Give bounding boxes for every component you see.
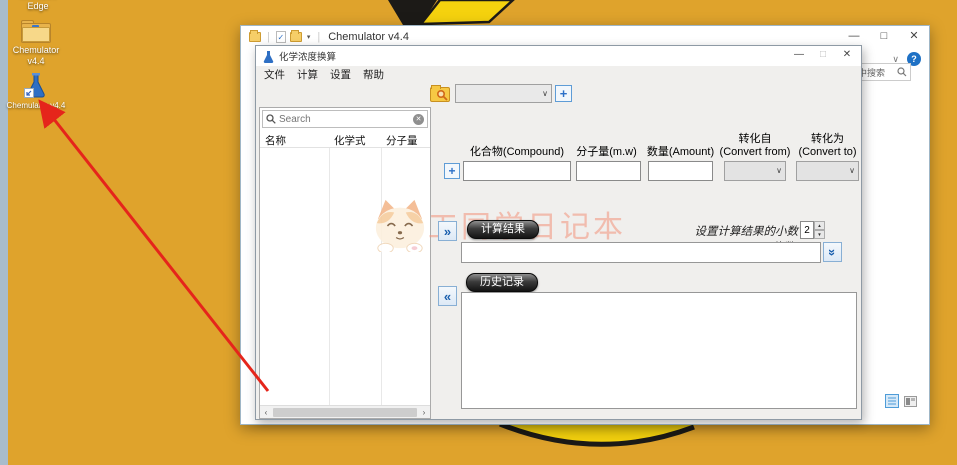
amount-input[interactable] — [648, 161, 713, 181]
icon-label-line2: v4.4 — [6, 56, 66, 67]
list-header-row[interactable]: 名称 化学式 分子量 — [260, 130, 430, 148]
menu-file[interactable]: 文件 — [264, 67, 285, 82]
molweight-input[interactable] — [576, 161, 641, 181]
dialog-maximize-button: □ — [811, 46, 835, 66]
spin-down-icon[interactable]: ▼ — [814, 230, 825, 239]
expand-down-icon[interactable]: » — [823, 242, 842, 262]
folder-icon — [21, 20, 51, 43]
decimal-places-value[interactable]: 2 — [800, 221, 814, 239]
column-name[interactable]: 名称 — [265, 133, 286, 148]
qat-newfolder-icon[interactable] — [290, 32, 302, 42]
toolbar: ∨ + — [256, 84, 861, 106]
search-icon — [266, 114, 276, 124]
compound-list[interactable] — [260, 148, 430, 405]
shortcut-arrow-icon — [24, 88, 34, 98]
menu-help[interactable]: 帮助 — [363, 67, 384, 82]
collapse-left-icon[interactable]: « — [438, 286, 457, 306]
result-output-box[interactable] — [461, 242, 821, 263]
dialog-titlebar[interactable]: 化学浓度换算 — □ ✕ — [256, 46, 861, 66]
icon-label: Chemulator v4.4 — [6, 100, 66, 111]
qat-caret-down-icon[interactable]: ▾ — [307, 33, 311, 41]
spin-up-icon[interactable]: ▲ — [814, 221, 825, 230]
magnifier-icon — [436, 89, 448, 101]
wallpaper-left-strip — [0, 0, 8, 465]
history-list-box[interactable] — [461, 292, 857, 409]
qat-properties-icon[interactable]: ✓ — [276, 31, 286, 43]
qat-folder-icon[interactable] — [249, 32, 261, 42]
scroll-left-icon[interactable]: ‹ — [260, 408, 272, 417]
clear-search-icon[interactable]: ✕ — [413, 114, 424, 125]
menu-settings[interactable]: 设置 — [330, 67, 351, 82]
view-details-icon[interactable] — [885, 394, 899, 408]
separator: | — [267, 31, 270, 43]
label-compound: 化合物(Compound) — [463, 132, 571, 159]
panel-search-box[interactable]: ✕ — [262, 110, 428, 128]
menu-bar: 文件 计算 设置 帮助 — [256, 66, 861, 83]
dialog-minimize-button[interactable]: — — [787, 46, 811, 66]
label-molweight: 分子量(m.w) — [572, 132, 641, 159]
compound-select-combobox[interactable]: ∨ — [455, 84, 552, 103]
chevron-down-icon: ∨ — [542, 89, 548, 98]
chemulator-dialog: 化学浓度换算 — □ ✕ 文件 计算 设置 帮助 ∨ — [255, 45, 862, 420]
open-folder-search-button[interactable] — [430, 84, 451, 103]
corgi-watermark — [371, 198, 429, 252]
flask-app-icon — [24, 72, 48, 98]
history-button[interactable]: 历史记录 — [466, 273, 538, 292]
column-molweight[interactable]: 分子量 — [386, 133, 418, 148]
chevron-down-icon: ∨ — [849, 166, 855, 175]
add-row-button[interactable]: + — [444, 163, 460, 179]
column-formula[interactable]: 化学式 — [334, 133, 366, 148]
menu-calculate[interactable]: 计算 — [297, 67, 318, 82]
chevron-down-icon: ∨ — [776, 166, 782, 175]
dialog-close-button[interactable]: ✕ — [835, 46, 859, 66]
flask-icon — [263, 50, 274, 63]
scroll-right-icon[interactable]: › — [418, 408, 430, 417]
convert-to-combobox[interactable]: ∨ — [796, 161, 859, 181]
icon-label-line1: Chemulator — [6, 45, 66, 56]
calculate-button[interactable]: 计算结果 — [467, 220, 539, 239]
explorer-title: Chemulator v4.4 — [328, 31, 409, 43]
icon-label-line2: Edge — [8, 1, 68, 12]
add-compound-button[interactable]: + — [555, 85, 572, 102]
separator: | — [317, 31, 320, 43]
desktop-icon-chemulator-folder[interactable]: Chemulator v4.4 — [6, 20, 66, 67]
explorer-maximize-button[interactable]: □ — [869, 26, 899, 48]
desktop: Microsoft Edge Chemulator v4.4 Chemulato… — [0, 0, 957, 465]
scrollbar-thumb[interactable] — [273, 408, 417, 417]
desktop-icon-edge[interactable]: Microsoft Edge — [8, 0, 68, 12]
label-convert-to: 转化为(Convert to) — [792, 132, 863, 159]
search-input[interactable] — [279, 114, 410, 125]
label-convert-from: 转化自(Convert from) — [716, 132, 794, 159]
expand-right-icon[interactable]: » — [438, 221, 457, 241]
compound-list-panel: ✕ 名称 化学式 分子量 ‹ › — [259, 107, 431, 419]
explorer-close-button[interactable]: ✕ — [899, 26, 929, 48]
view-thumbnails-icon[interactable] — [904, 396, 917, 407]
search-icon — [897, 67, 907, 77]
decimal-places-spinner[interactable]: 2 ▲ ▼ — [800, 221, 825, 239]
desktop-icon-chemulator-app[interactable]: Chemulator v4.4 — [6, 72, 66, 111]
label-amount: 数量(Amount) — [644, 132, 717, 159]
convert-from-combobox[interactable]: ∨ — [724, 161, 786, 181]
dialog-title: 化学浓度换算 — [279, 49, 336, 63]
horizontal-scrollbar[interactable]: ‹ › — [260, 405, 430, 418]
compound-input[interactable] — [463, 161, 571, 181]
